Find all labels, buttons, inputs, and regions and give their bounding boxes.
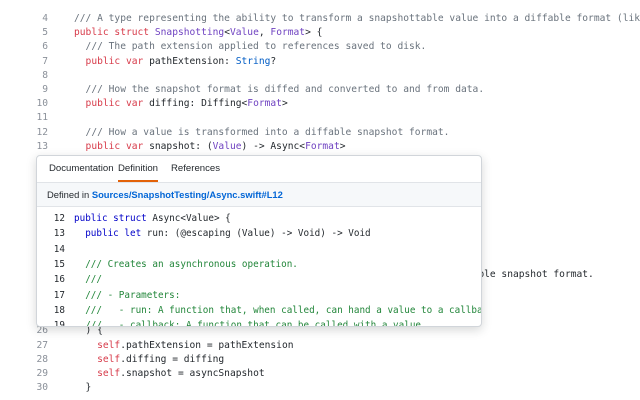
code-token: /// - Parameters:	[74, 289, 181, 301]
code-token: public let	[74, 228, 147, 240]
tab-definition[interactable]: Definition	[118, 156, 158, 182]
code-token: self	[97, 353, 121, 365]
code-token: public struct	[74, 27, 155, 39]
definition-code: 12 public struct Async<Value> {13 public …	[37, 207, 481, 326]
code-token: snapshot: (	[149, 140, 213, 152]
code-token: ?	[270, 55, 277, 67]
definition-popover: Documentation Definition References Defi…	[36, 155, 482, 327]
code-token: Format	[247, 98, 282, 110]
code-token: pathExtension:	[149, 55, 236, 67]
popover-tabs: Documentation Definition References	[37, 156, 481, 183]
defined-in-label: Defined in	[47, 189, 92, 200]
code-token: > {	[305, 27, 323, 39]
code-token: Snapshotting	[154, 27, 225, 39]
code-token: public struct	[74, 213, 153, 224]
code-token: Format	[270, 27, 306, 39]
code-token: .snapshot = asyncSnapshot	[120, 368, 265, 379]
code-token: /// A type representing the ability to t…	[74, 13, 640, 24]
code-text: }	[74, 379, 92, 396]
code-token: }	[74, 382, 92, 394]
definition-source-link[interactable]: Sources/SnapshotTesting/Async.swift#L12	[92, 189, 283, 200]
code-token: >	[339, 140, 346, 152]
code-token: /// - callback: A function that can be c…	[74, 320, 427, 326]
code-token: run: (@escaping (Value) -> Void) -> Void	[146, 228, 371, 240]
line-number: 19	[53, 320, 65, 326]
code-token: Value	[212, 140, 242, 152]
code-token: Value	[229, 27, 259, 39]
code-token: self	[97, 368, 121, 379]
code-token: ) -> Async<	[241, 140, 306, 152]
code-token: Format	[305, 140, 340, 152]
code-token: public var	[74, 98, 150, 110]
code-token: ///	[74, 274, 102, 286]
code-token: Async<Value> {	[152, 213, 231, 224]
code-token: /// How a value is transformed into a di…	[74, 126, 450, 138]
code-token: public var	[74, 140, 150, 152]
defined-in-bar: Defined in Sources/SnapshotTesting/Async…	[37, 183, 481, 207]
code-token: .pathExtension = pathExtension	[120, 339, 294, 351]
code-token: /// How the snapshot format is diffed an…	[74, 84, 485, 95]
code-token: >	[281, 98, 288, 110]
definition-code-line: 19 /// - callback: A function that can b…	[37, 317, 481, 326]
code-token: /// Creates an asynchronous operation.	[74, 258, 298, 270]
code-token: .diffing = diffing	[120, 353, 225, 365]
tab-documentation[interactable]: Documentation	[49, 156, 114, 182]
code-line: 30 }	[0, 379, 640, 396]
tab-references[interactable]: References	[171, 156, 220, 182]
line-number[interactable]: 30	[0, 379, 48, 396]
code-token: ) {	[74, 325, 103, 337]
code-token: /// The path extension applied to refere…	[74, 41, 427, 53]
code-token: public var	[74, 55, 150, 67]
code-token: String	[235, 55, 271, 67]
code-token: /// - run: A function that, when called,…	[74, 304, 481, 316]
code-token: diffing: Diffing<	[149, 98, 248, 110]
code-token: self	[97, 339, 121, 351]
code-token: ,	[258, 27, 271, 39]
code-text: /// - callback: A function that can be c…	[74, 317, 427, 326]
